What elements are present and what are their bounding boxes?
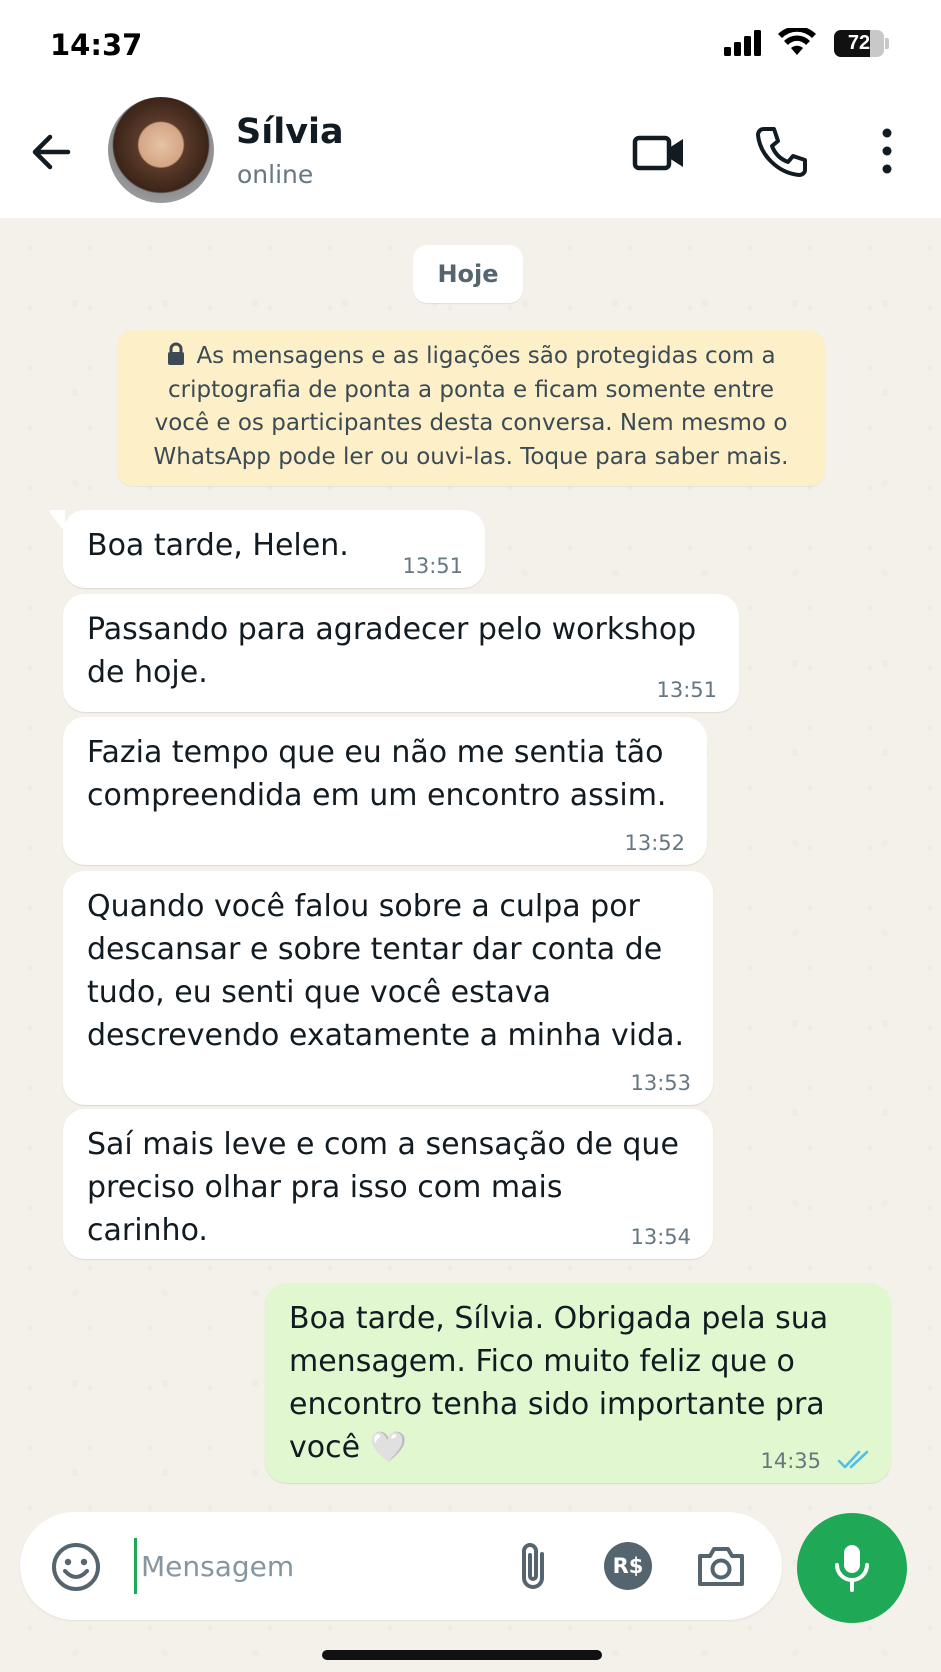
double-check-icon xyxy=(837,1450,869,1469)
encryption-notice[interactable]: As mensagens e as ligações são protegida… xyxy=(117,330,825,486)
message-time: 13:51 xyxy=(656,678,717,702)
microphone-icon xyxy=(835,1545,869,1592)
message-bubble[interactable]: Passando para agradecer pelo workshop de… xyxy=(63,594,739,712)
date-chip: Hoje xyxy=(413,245,523,303)
message-bubble[interactable]: Boa tarde, Helen. 13:51 xyxy=(49,510,485,588)
message-time: 13:54 xyxy=(630,1225,691,1249)
payment-icon[interactable]: R$ xyxy=(604,1542,652,1590)
lock-icon xyxy=(168,342,185,365)
message-composer: R$ xyxy=(20,1512,782,1620)
contact-name[interactable]: Sílvia xyxy=(236,112,344,152)
encryption-notice-text: As mensagens e as ligações são protegida… xyxy=(153,343,789,470)
message-time: 14:35 xyxy=(760,1449,821,1473)
wifi-icon xyxy=(778,28,816,55)
emoji-icon[interactable] xyxy=(50,1541,102,1593)
back-arrow-icon[interactable] xyxy=(24,124,80,180)
message-text: Saí mais leve e com a sensação de que pr… xyxy=(87,1127,679,1248)
status-bar: 14:37 72 xyxy=(0,0,941,92)
message-input[interactable] xyxy=(134,1538,494,1594)
message-time: 13:52 xyxy=(624,831,685,855)
contact-avatar[interactable] xyxy=(108,97,214,203)
payment-label: R$ xyxy=(612,1554,644,1578)
home-indicator[interactable] xyxy=(322,1650,602,1660)
message-text: Boa tarde, Sílvia. Obrigada pela sua men… xyxy=(289,1301,829,1465)
message-bubble[interactable]: Fazia tempo que eu não me sentia tão com… xyxy=(63,717,707,865)
message-text: Passando para agradecer pelo workshop de… xyxy=(87,612,697,690)
camera-icon[interactable] xyxy=(696,1542,746,1590)
bubble-tail xyxy=(49,510,79,532)
video-call-icon[interactable] xyxy=(632,126,686,180)
more-options-icon[interactable] xyxy=(872,124,902,178)
message-text: Quando você falou sobre a culpa por desc… xyxy=(87,889,685,1053)
status-time: 14:37 xyxy=(50,28,143,62)
chat-header: Sílvia online xyxy=(0,92,941,218)
phone-call-icon[interactable] xyxy=(754,124,808,178)
message-time: 13:51 xyxy=(402,554,463,578)
message-bubble[interactable]: Quando você falou sobre a culpa por desc… xyxy=(63,871,713,1105)
message-text: Fazia tempo que eu não me sentia tão com… xyxy=(87,735,667,813)
message-time: 13:53 xyxy=(630,1071,691,1095)
message-bubble[interactable]: Saí mais leve e com a sensação de que pr… xyxy=(63,1109,713,1259)
message-bubble-outgoing[interactable]: Boa tarde, Sílvia. Obrigada pela sua men… xyxy=(265,1283,891,1483)
cellular-signal-icon xyxy=(724,30,761,56)
battery-level-text: 72 xyxy=(847,32,871,54)
microphone-button[interactable] xyxy=(797,1513,907,1623)
paperclip-icon[interactable] xyxy=(512,1540,556,1592)
contact-status: online xyxy=(237,160,314,189)
battery-icon: 72 xyxy=(834,30,889,57)
